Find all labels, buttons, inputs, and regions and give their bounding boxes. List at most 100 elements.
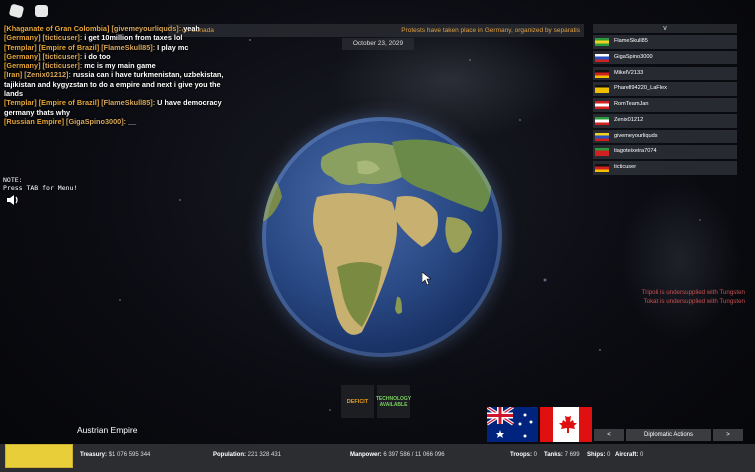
roblox-logo-icon[interactable] bbox=[8, 3, 25, 19]
russia-flag-icon bbox=[595, 53, 609, 62]
tech-label: AVAILABLE bbox=[379, 401, 408, 408]
player-list-toggle[interactable]: v bbox=[593, 24, 737, 33]
iran-flag-icon bbox=[595, 116, 609, 125]
alert-text: Tripoli is undersupplied with Tungsten bbox=[641, 289, 745, 296]
canada-flag-icon[interactable] bbox=[540, 407, 592, 442]
austria-flag-icon bbox=[595, 101, 609, 110]
chat-tag: [Germany] bbox=[4, 61, 41, 71]
stat-value: 0 bbox=[640, 452, 644, 458]
player-list: v FlameSkull85 GigaSpino3000 MikelV2133 Pha… bbox=[593, 24, 737, 177]
next-button[interactable]: > bbox=[713, 429, 743, 441]
player-row[interactable]: GigaSpino3000 bbox=[593, 50, 737, 65]
australia-flag-icon[interactable] bbox=[487, 407, 538, 442]
chat-message: [Germany] [ticticuser]: i do too bbox=[4, 52, 224, 61]
chat-text: mc is my main game bbox=[84, 61, 156, 71]
player-row[interactable]: ticticuser bbox=[593, 161, 737, 175]
chat-tag: [Russian Empire] bbox=[4, 116, 65, 126]
player-row[interactable]: givemeyourliquds bbox=[593, 129, 737, 144]
chat-message: [Iran] [Zenix01212]: russia can i have t… bbox=[4, 70, 224, 98]
chat-message: [Khaganate of Gran Colombia] [givemeyour… bbox=[4, 24, 224, 33]
population-stat: Population: 221 328 431 bbox=[213, 452, 281, 458]
chat-tag: [Empire of Brazil] bbox=[38, 42, 100, 52]
germany-flag-icon bbox=[595, 69, 609, 78]
chat-icon[interactable] bbox=[35, 5, 48, 17]
troops-stat: Troops: 0 bbox=[510, 452, 537, 458]
chat-username: [ticticuser]: bbox=[42, 51, 83, 61]
player-name: MikelV2133 bbox=[614, 69, 644, 76]
chat-tag: [Germany] bbox=[4, 51, 41, 61]
stat-value: $1 076 595 344 bbox=[108, 452, 151, 458]
chat-username: [GigaSpino3000]: bbox=[66, 116, 127, 126]
note-line: Press TAB for Menu! bbox=[3, 184, 78, 192]
chat-tag: [Templar] bbox=[4, 42, 37, 52]
brazil-flag-icon bbox=[595, 38, 609, 46]
stat-label: Aircraft: bbox=[615, 452, 639, 458]
player-row[interactable]: Pharell94220_LaFlex bbox=[593, 82, 737, 96]
player-row[interactable]: tiagoteixeira7074 bbox=[593, 145, 737, 160]
player-row[interactable]: MikelV2133 bbox=[593, 66, 737, 81]
note: NOTE: Press TAB for Menu! bbox=[3, 176, 77, 192]
player-name: Zenix01212 bbox=[614, 116, 644, 123]
player-row[interactable]: RomTeamJan bbox=[593, 98, 737, 112]
ships-stat: Ships: 0 bbox=[587, 452, 610, 458]
player-row[interactable]: FlameSkull85 bbox=[593, 35, 737, 49]
stat-label: Troops: bbox=[510, 452, 532, 458]
chat-tag: [Templar] bbox=[4, 98, 37, 108]
manpower-stat: Manpower: 6 397 586 / 11 066 096 bbox=[350, 452, 445, 458]
chat-text: yeah bbox=[183, 24, 200, 33]
alerts: Tripoli is undersupplied with Tungsten T… bbox=[642, 288, 745, 306]
alert-text: Tokat is undersupplied with Tungsten bbox=[643, 298, 745, 305]
player-name: RomTeamJan bbox=[614, 101, 649, 108]
speaker-icon[interactable] bbox=[6, 194, 20, 206]
player-name: FlameSkull85 bbox=[614, 38, 648, 44]
player-row[interactable]: Zenix01212 bbox=[593, 113, 737, 128]
chat-tag: [Khaganate of Gran Colombia] bbox=[4, 24, 110, 33]
mouse-cursor-icon bbox=[422, 272, 431, 285]
chat-text: I play mc bbox=[157, 42, 189, 52]
technology-available-button[interactable]: TECHNOLOGY AVAILABLE bbox=[376, 385, 411, 418]
chat-text: i do too bbox=[84, 51, 111, 61]
player-name: Pharell94220_LaFlex bbox=[614, 85, 667, 92]
stat-value: 6 397 586 / 11 066 096 bbox=[383, 452, 445, 458]
player-name: ticticuser bbox=[614, 164, 637, 171]
stat-label: Tanks: bbox=[544, 452, 563, 458]
chat-message: [Russian Empire] [GigaSpino3000]: __ bbox=[4, 117, 224, 126]
chat-tag: [Empire of Brazil] bbox=[38, 98, 100, 108]
chat-log: [Khaganate of Gran Colombia] [givemeyour… bbox=[4, 24, 224, 126]
chat-username: [ticticuser]: bbox=[42, 33, 83, 43]
chat-text: __ bbox=[128, 116, 137, 126]
chat-message: [Germany] [ticticuser]: i get 10million … bbox=[4, 33, 224, 42]
bottom-stats-bar bbox=[0, 444, 755, 472]
deficit-label: DEFICIT bbox=[346, 398, 369, 405]
game-date: October 23, 2029 bbox=[342, 38, 414, 50]
previous-button[interactable]: < bbox=[594, 429, 624, 441]
chat-message: [Templar] [Empire of Brazil] [FlameSkull… bbox=[4, 43, 224, 52]
tanks-stat: Tanks: 7 699 bbox=[544, 452, 580, 458]
chat-username: [FlameSkull85]: bbox=[101, 42, 156, 52]
player-name: tiagoteixeira7074 bbox=[614, 148, 657, 155]
country-name: Austrian Empire bbox=[77, 425, 138, 435]
stat-value: 0 bbox=[533, 452, 538, 458]
chat-message: [Templar] [Empire of Brazil] [FlameSkull… bbox=[4, 98, 224, 117]
portugal-flag-icon bbox=[595, 148, 609, 157]
stat-label: Population: bbox=[213, 452, 246, 458]
note-line: NOTE: bbox=[3, 176, 23, 184]
world-globe[interactable] bbox=[262, 117, 502, 357]
stat-label: Manpower: bbox=[350, 452, 382, 458]
stat-value: 221 328 431 bbox=[247, 452, 282, 458]
news-right: Protests have taken place in Germany, or… bbox=[401, 27, 580, 34]
chat-text: i get 10million from taxes lol bbox=[84, 33, 183, 43]
treasury-stat: Treasury: $1 076 595 344 bbox=[80, 452, 150, 458]
country-flag-icon[interactable] bbox=[5, 444, 73, 468]
aircraft-stat: Aircraft: 0 bbox=[615, 452, 643, 458]
news-ticker: on Canada Protests have taken place in G… bbox=[168, 24, 584, 37]
chat-username: [Zenix01212]: bbox=[24, 70, 71, 80]
chat-tag: [Germany] bbox=[4, 33, 41, 43]
deficit-button[interactable]: DEFICIT bbox=[341, 385, 374, 418]
stat-label: Ships: bbox=[587, 452, 606, 458]
stat-label: Treasury: bbox=[80, 452, 108, 458]
stat-value: 0 bbox=[607, 452, 611, 458]
player-name: GigaSpino3000 bbox=[614, 53, 653, 60]
diplomatic-actions-button[interactable]: Diplomatic Actions bbox=[626, 429, 711, 441]
colombia-flag-icon bbox=[595, 132, 609, 141]
